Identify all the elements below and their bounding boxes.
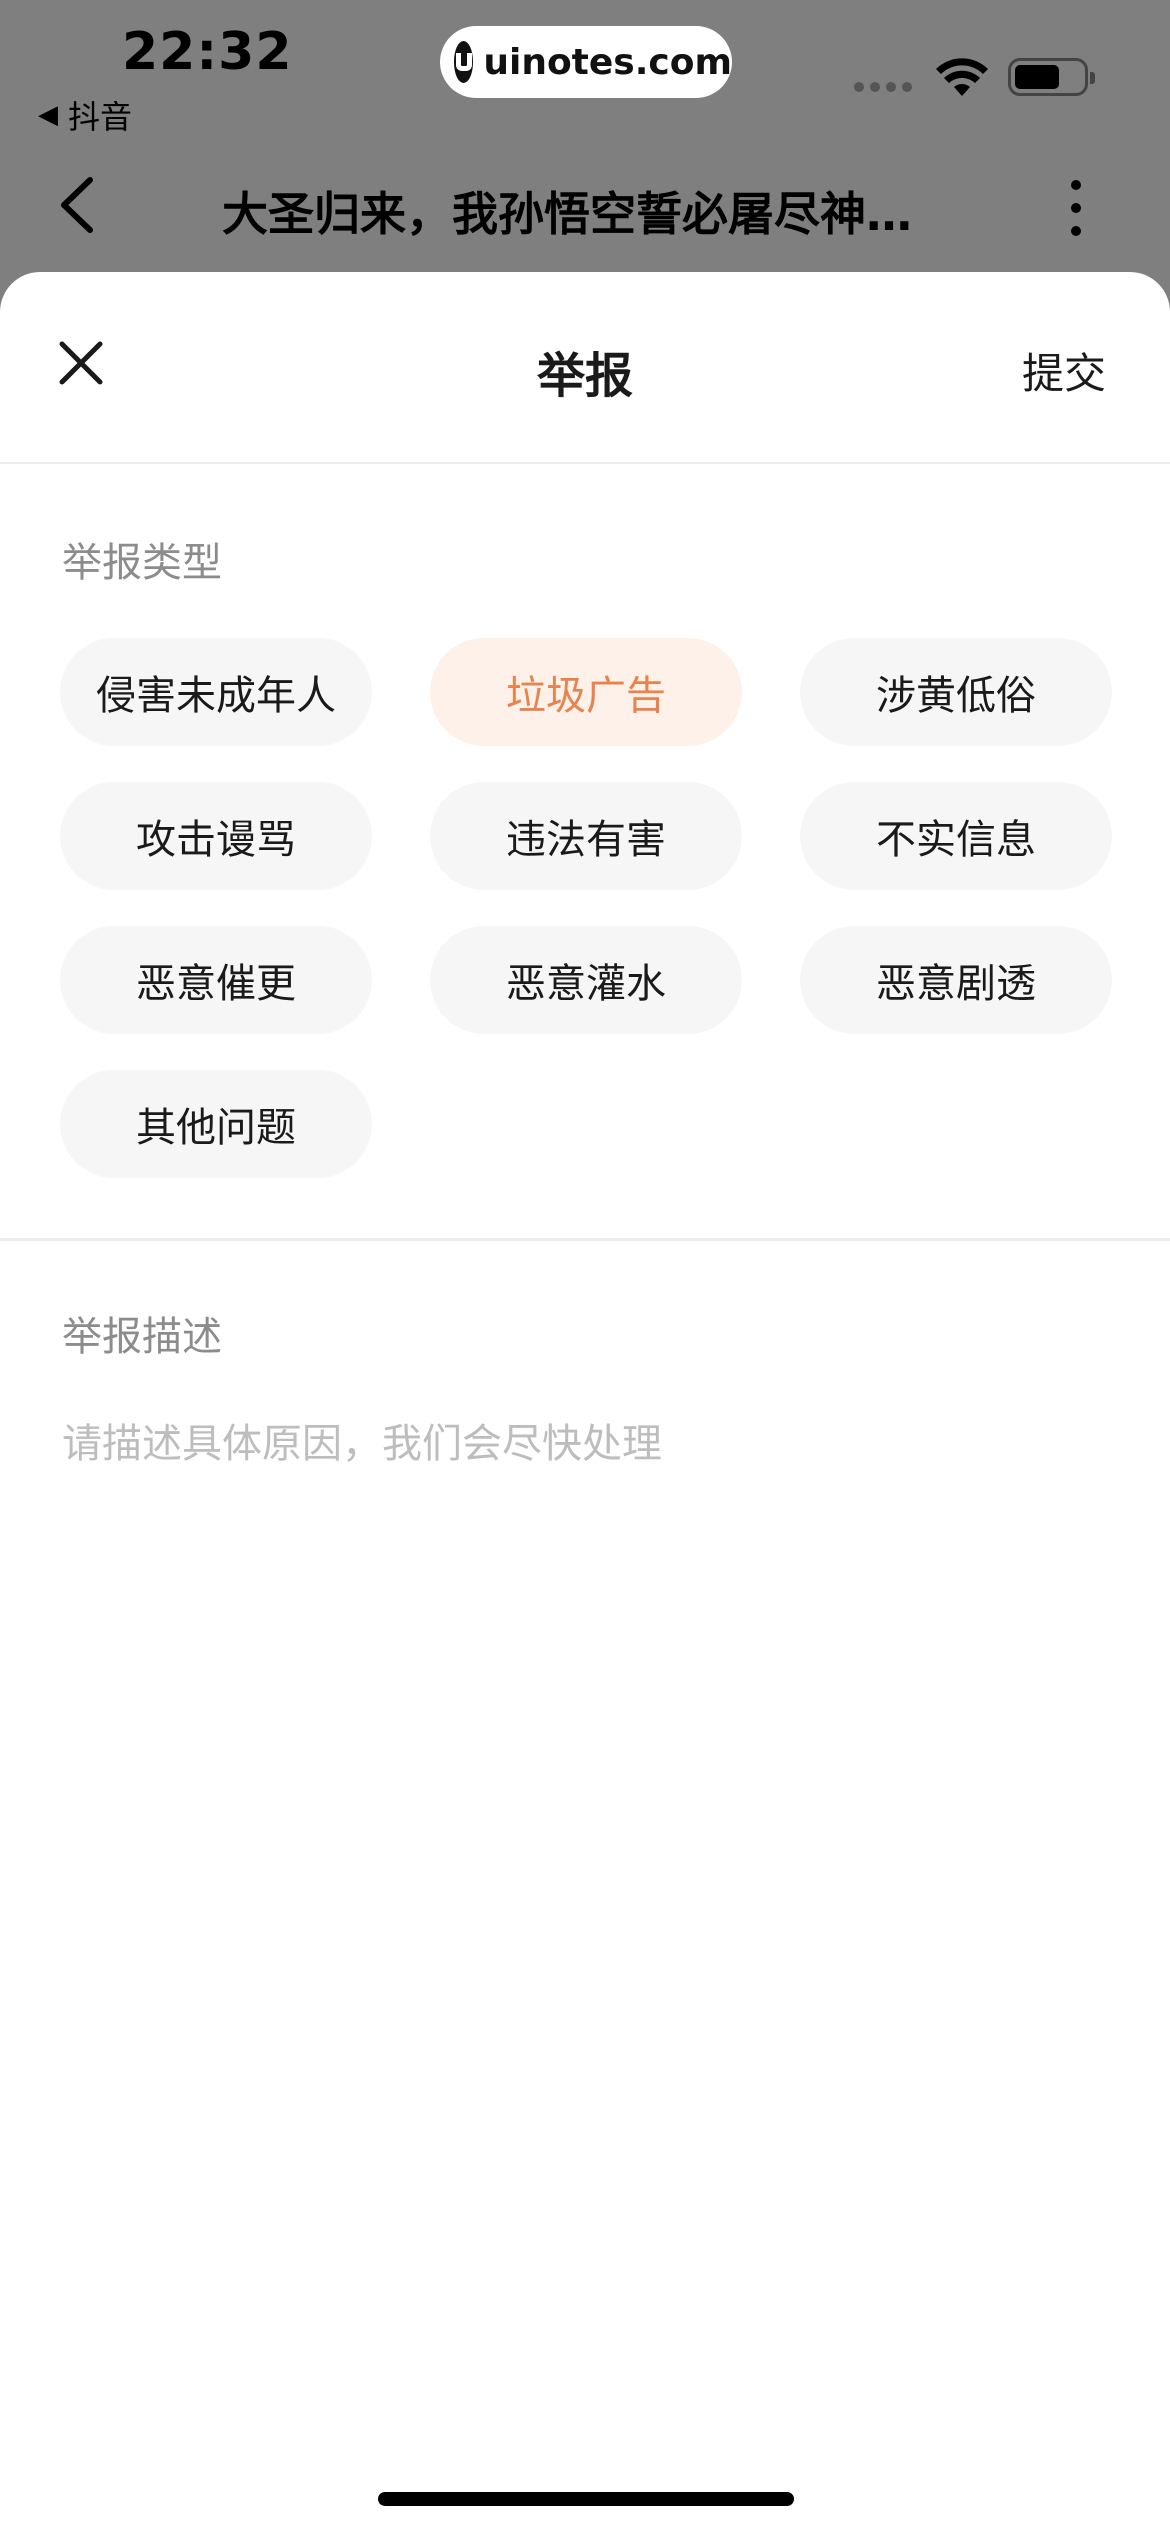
cellular-signal-icon: [854, 82, 912, 92]
report-description-label: 举报描述: [62, 1314, 222, 1360]
report-type-option[interactable]: 侵害未成年人: [60, 638, 372, 746]
report-type-option[interactable]: 其他问题: [60, 1070, 372, 1178]
report-description-input[interactable]: [62, 1404, 1112, 1484]
home-indicator[interactable]: [378, 2492, 794, 2506]
report-type-option[interactable]: 恶意催更: [60, 926, 372, 1034]
battery-icon: [1008, 58, 1095, 96]
status-time: 22:32: [122, 22, 293, 82]
report-type-option[interactable]: 恶意剧透: [800, 926, 1112, 1034]
nav-back-icon[interactable]: [50, 170, 110, 240]
section-divider: [0, 1238, 1170, 1241]
report-type-options: 侵害未成年人 垃圾广告 涉黄低俗 攻击谩骂 违法有害 不实信息 恶意催更 恶意灌…: [60, 638, 1112, 1178]
more-options-icon[interactable]: [1064, 180, 1088, 236]
report-type-label: 举报类型: [62, 540, 222, 586]
report-sheet: 举报 提交 举报类型 侵害未成年人 垃圾广告 涉黄低俗 攻击谩骂 违法有害 不实…: [0, 272, 1170, 2532]
report-type-option[interactable]: 恶意灌水: [430, 926, 742, 1034]
report-type-option[interactable]: 涉黄低俗: [800, 638, 1112, 746]
back-to-app-link[interactable]: ◀ 抖音: [38, 92, 132, 138]
report-type-option[interactable]: 不实信息: [800, 782, 1112, 890]
watermark-text: uinotes.com: [483, 41, 732, 83]
report-type-option-selected[interactable]: 垃圾广告: [430, 638, 742, 746]
sheet-header: 举报 提交: [0, 272, 1170, 464]
wifi-icon: [936, 58, 988, 96]
watermark-logo-icon: [454, 41, 474, 83]
back-triangle-icon: ◀: [38, 100, 58, 130]
back-app-label: 抖音: [68, 98, 133, 136]
submit-button[interactable]: 提交: [1022, 340, 1106, 401]
watermark-badge: uinotes.com: [440, 26, 732, 98]
report-type-option[interactable]: 攻击谩骂: [60, 782, 372, 890]
sheet-title: 举报: [536, 348, 633, 404]
page-title: 大圣归来，我孙悟空誓必屠尽神…: [222, 187, 912, 241]
report-type-option[interactable]: 违法有害: [430, 782, 742, 890]
